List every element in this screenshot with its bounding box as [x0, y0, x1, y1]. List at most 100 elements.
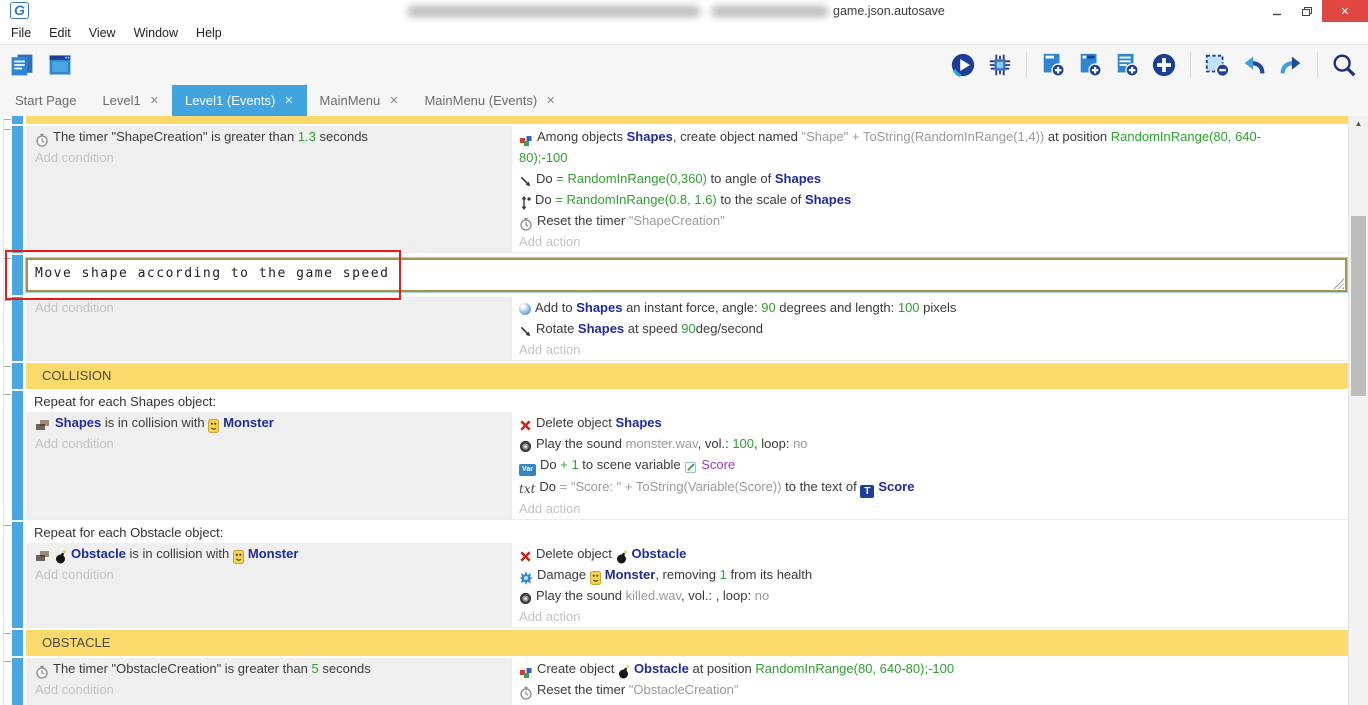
- menu-item-help[interactable]: Help: [187, 23, 231, 44]
- delete-event-icon[interactable]: [1203, 51, 1231, 79]
- tab-mainmenu-events-[interactable]: MainMenu (Events) ✕: [411, 85, 568, 116]
- fold-gutter: [4, 255, 12, 295]
- text-segment: at position: [1044, 129, 1111, 144]
- condition-line[interactable]: The timer "ShapeCreation" is greater tha…: [26, 126, 511, 147]
- action-line[interactable]: Play the sound monster.wav, vol.: 100, l…: [512, 433, 1331, 454]
- close-icon[interactable]: ✕: [1322, 0, 1368, 22]
- add-action-button[interactable]: Add action: [512, 231, 1331, 252]
- text-segment: monster.wav: [626, 436, 698, 451]
- text-segment: 90: [761, 300, 775, 315]
- tab-label: MainMenu (Events): [424, 93, 537, 108]
- add-condition-button[interactable]: Add condition: [26, 679, 511, 700]
- redo-icon[interactable]: [1277, 51, 1305, 79]
- event-highlight-bar[interactable]: [12, 658, 23, 705]
- action-line[interactable]: Create object Obstacle at position Rando…: [512, 658, 1331, 679]
- action-line[interactable]: VarDo + 1 to scene variable Score: [512, 454, 1331, 476]
- event-highlight-bar[interactable]: [12, 126, 23, 253]
- vertical-scrollbar[interactable]: ▲: [1348, 116, 1368, 705]
- action-line[interactable]: Reset the timer "ShapeCreation": [512, 210, 1331, 231]
- event-highlight-bar[interactable]: [12, 297, 23, 361]
- add-condition-button[interactable]: Add condition: [26, 433, 511, 454]
- fold-tick-icon: [4, 129, 11, 130]
- sound-icon: [519, 592, 532, 605]
- action-line[interactable]: Add to Shapes an instant force, angle: 9…: [512, 297, 1331, 318]
- debug-icon[interactable]: [986, 51, 1014, 79]
- comment-textarea[interactable]: Move shape according to the game speed: [26, 258, 1347, 292]
- action-line[interactable]: Do = RandomInRange(0.8, 1.6) to the scal…: [512, 189, 1331, 210]
- tab-level1[interactable]: Level1✕: [89, 85, 172, 116]
- menu-item-edit[interactable]: Edit: [40, 23, 80, 44]
- text-segment: killed.wav: [626, 588, 681, 603]
- action-line[interactable]: Rotate Shapes at speed 90deg/second: [512, 318, 1331, 339]
- undo-icon[interactable]: [1240, 51, 1268, 79]
- scroll-up-arrow-icon[interactable]: ▲: [1349, 116, 1368, 132]
- condition-line[interactable]: Obstacle is in collision with Monster: [26, 543, 511, 564]
- resize-handle-icon[interactable]: [1333, 278, 1344, 289]
- action-line[interactable]: Reset the timer "ObstacleCreation": [512, 679, 1331, 700]
- preview-play-icon[interactable]: [949, 51, 977, 79]
- action-line[interactable]: Play the sound killed.wav, vol.: , loop:…: [512, 585, 1331, 606]
- event-highlight-bar[interactable]: [12, 391, 23, 520]
- actions-column: Add to Shapes an instant force, angle: 9…: [511, 297, 1348, 360]
- event-highlight-bar[interactable]: [12, 255, 23, 295]
- event-body: Repeat for each Shapes object:Shapes is …: [26, 391, 1348, 520]
- actions-column: Create object Obstacle at position Rando…: [511, 658, 1348, 705]
- text-segment: Play the sound: [536, 588, 626, 603]
- tab-start-page[interactable]: Start Page: [2, 85, 89, 116]
- repeat-event-header[interactable]: Repeat for each Shapes object:: [26, 391, 1348, 412]
- add-action-button[interactable]: Add action: [512, 339, 1331, 360]
- event-columns: Add conditionAdd to Shapes an instant fo…: [26, 297, 1348, 361]
- tab-close-icon[interactable]: ✕: [389, 94, 398, 107]
- menu-item-view[interactable]: View: [80, 23, 125, 44]
- tab-mainmenu[interactable]: MainMenu✕: [307, 85, 412, 116]
- event-highlight-bar[interactable]: [12, 522, 23, 628]
- menu-bar: FileEditViewWindowHelp: [0, 22, 1368, 45]
- add-subevent-icon[interactable]: [1076, 51, 1104, 79]
- text-segment: The timer "ShapeCreation" is greater tha…: [53, 129, 298, 144]
- scene-editor-icon[interactable]: [46, 51, 74, 79]
- add-action-button[interactable]: Add action: [512, 606, 1331, 627]
- event-highlight-bar[interactable]: [12, 630, 23, 656]
- timer-icon: [35, 665, 49, 679]
- action-line[interactable]: Damage Monster, removing 1 from its heal…: [512, 564, 1331, 585]
- add-action-button[interactable]: Add action: [512, 498, 1331, 519]
- menu-item-file[interactable]: File: [2, 23, 40, 44]
- action-line[interactable]: Delete object Obstacle: [512, 543, 1331, 564]
- add-action-button[interactable]: Add action: [512, 700, 1331, 705]
- add-condition-button[interactable]: Add condition: [26, 147, 511, 168]
- section-banner-partial[interactable]: [26, 116, 1348, 124]
- section-banner[interactable]: OBSTACLE: [26, 630, 1348, 656]
- text-segment: Delete object: [536, 415, 616, 430]
- tab-close-icon[interactable]: ✕: [150, 94, 159, 107]
- angle-icon: [519, 175, 532, 188]
- event-highlight-bar[interactable]: [12, 116, 23, 124]
- project-manager-icon[interactable]: [8, 51, 36, 79]
- action-line[interactable]: Among objects Shapes, create object name…: [512, 126, 1331, 168]
- text-segment: Obstacle: [632, 546, 687, 561]
- action-line[interactable]: Delete object Shapes: [512, 412, 1331, 433]
- add-comment-icon[interactable]: [1113, 51, 1141, 79]
- tab-level1-events-[interactable]: Level1 (Events)✕: [172, 85, 307, 116]
- text-segment: 90: [681, 321, 695, 336]
- scrollbar-thumb[interactable]: [1351, 216, 1366, 396]
- toolbar: [0, 45, 1368, 85]
- event-highlight-bar[interactable]: [12, 363, 23, 389]
- action-line[interactable]: Do = RandomInRange(0,360) to angle of Sh…: [512, 168, 1331, 189]
- add-circle-icon[interactable]: [1150, 51, 1178, 79]
- repeat-event-header[interactable]: Repeat for each Obstacle object:: [26, 522, 1348, 543]
- add-condition-button[interactable]: Add condition: [26, 564, 511, 585]
- add-event-icon[interactable]: [1039, 51, 1067, 79]
- condition-line[interactable]: The timer "ObstacleCreation" is greater …: [26, 658, 511, 679]
- search-icon[interactable]: [1330, 51, 1358, 79]
- action-line[interactable]: txtDo = "Score: " + ToString(Variable(Sc…: [512, 476, 1331, 498]
- tab-close-icon[interactable]: ✕: [546, 94, 555, 107]
- add-condition-button[interactable]: Add condition: [26, 297, 511, 318]
- menu-item-window[interactable]: Window: [125, 23, 187, 44]
- tab-close-icon[interactable]: ✕: [284, 94, 293, 107]
- maximize-icon[interactable]: [1292, 0, 1322, 22]
- condition-line[interactable]: Shapes is in collision with Monster: [26, 412, 511, 433]
- minimize-icon[interactable]: [1262, 0, 1292, 22]
- text-segment: pixels: [920, 300, 957, 315]
- text-segment: "ObstacleCreation": [629, 682, 739, 697]
- section-banner[interactable]: COLLISION: [26, 363, 1348, 389]
